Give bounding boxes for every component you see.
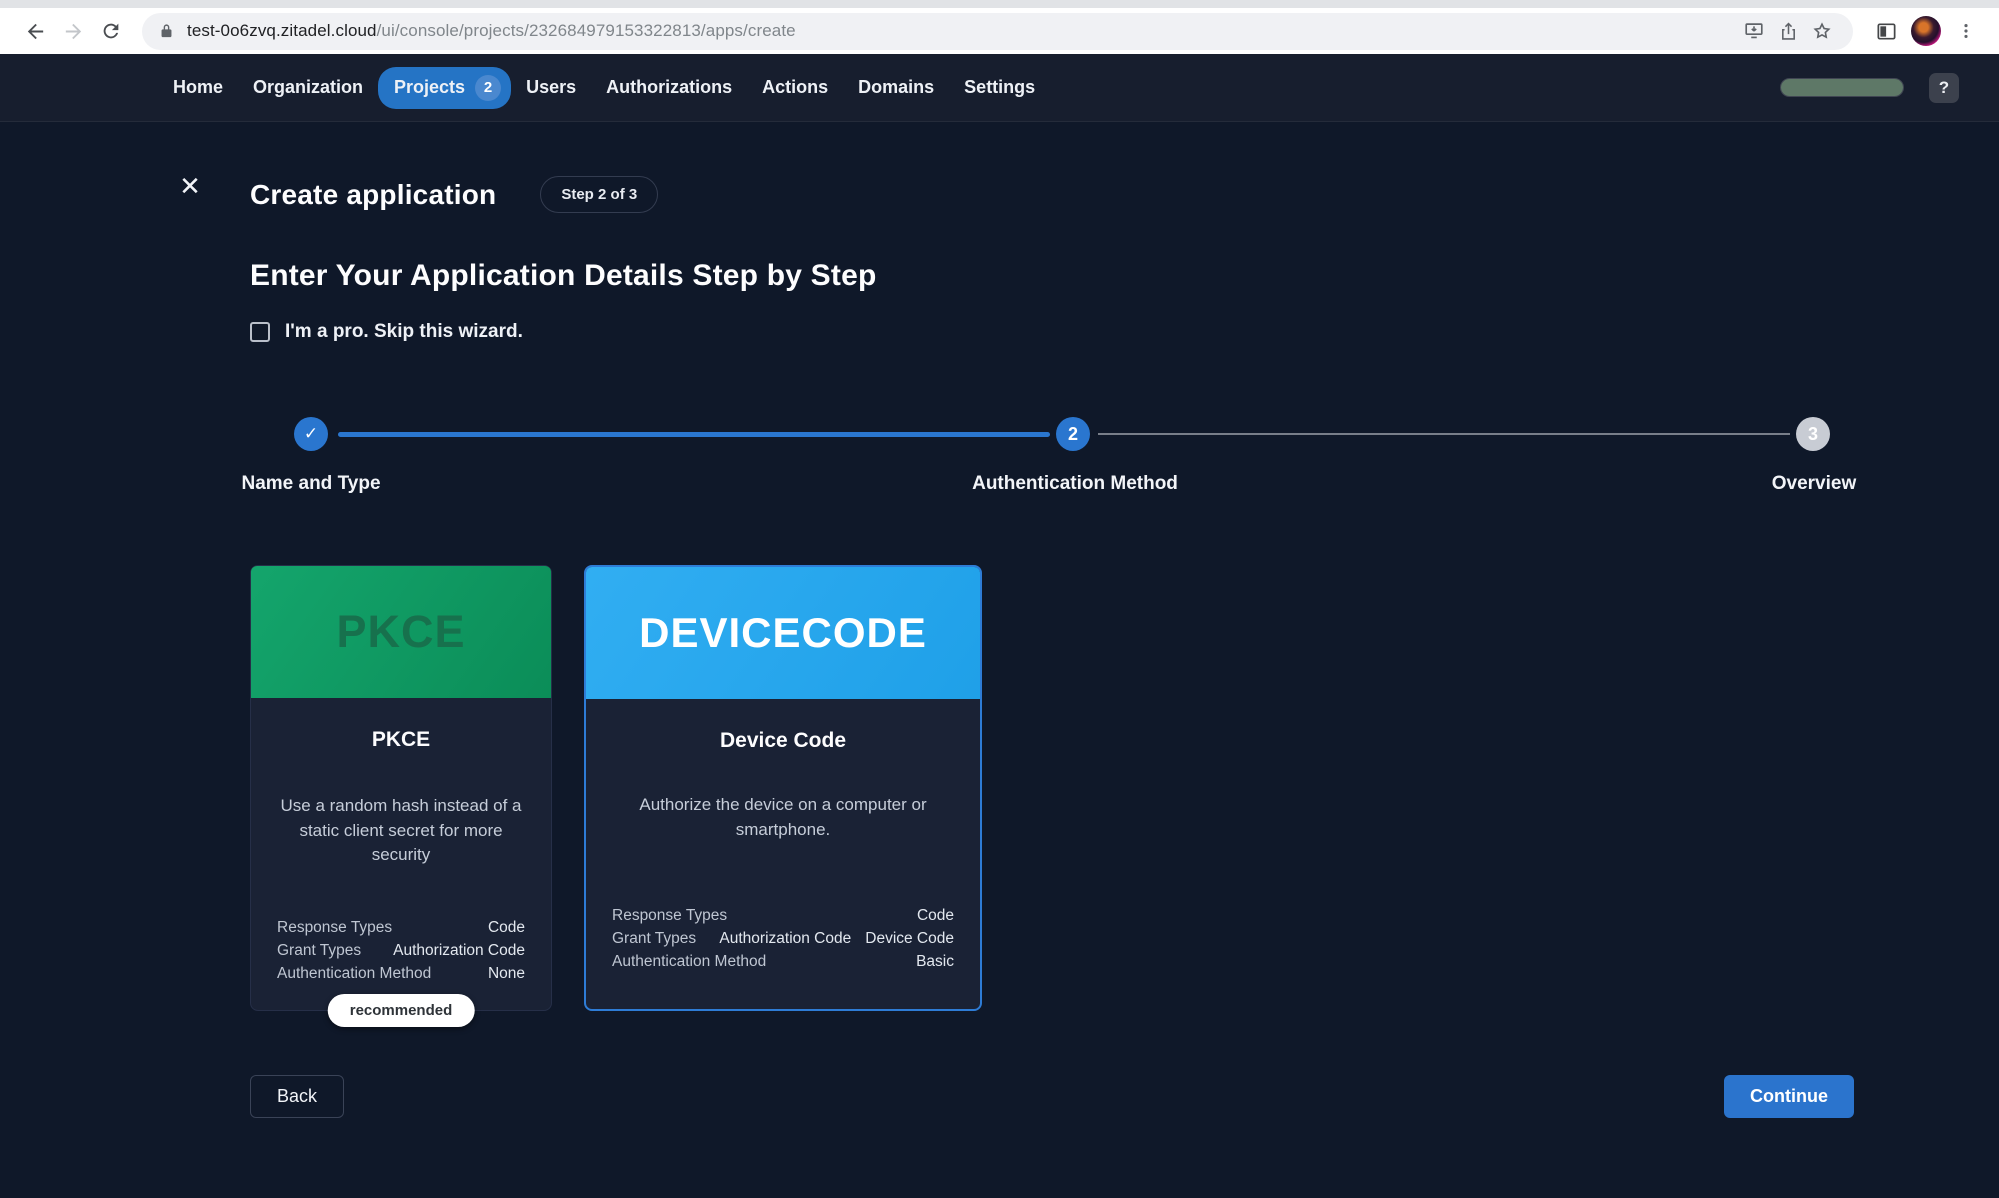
stepper-line-done: [338, 432, 1050, 437]
spec-row: Authentication Method None: [277, 962, 525, 985]
continue-button[interactable]: Continue: [1724, 1075, 1854, 1118]
nav-item-projects[interactable]: Projects 2: [378, 67, 511, 109]
spec-value: None: [488, 962, 525, 985]
spec-row: Grant Types Authorization Code Device Co…: [612, 927, 954, 950]
step-indicator-badge: Step 2 of 3: [540, 176, 658, 213]
back-button[interactable]: Back: [250, 1075, 344, 1118]
device-code-card-title: Device Code: [612, 729, 954, 753]
nav-item-settings[interactable]: Settings: [949, 68, 1050, 107]
side-panel-icon[interactable]: [1867, 12, 1905, 50]
url-domain: test-0o6zvq.zitadel.cloud: [187, 21, 377, 40]
org-context-skeleton: [1781, 79, 1903, 96]
spec-value: Code: [488, 916, 525, 939]
spec-row: Response Types Code: [612, 904, 954, 927]
device-code-card-body: Device Code Authorize the device on a co…: [586, 699, 980, 973]
nav-item-users[interactable]: Users: [511, 68, 591, 107]
help-button[interactable]: ?: [1929, 73, 1959, 103]
pkce-card-specs: Response Types Code Grant Types Authoriz…: [277, 916, 525, 985]
url-text: test-0o6zvq.zitadel.cloud/ui/console/pro…: [187, 21, 796, 41]
spec-value: Device Code: [865, 927, 954, 950]
wizard-stepper: ✓ 2 3 Name and Type Authentication Metho…: [250, 401, 1854, 505]
spec-row: Response Types Code: [277, 916, 525, 939]
reload-icon[interactable]: [92, 12, 130, 50]
step-label-name-and-type: Name and Type: [241, 473, 380, 495]
close-icon[interactable]: ✕: [170, 166, 210, 206]
browser-menu-icon[interactable]: [1947, 12, 1985, 50]
auth-method-cards: PKCE PKCE Use a random hash instead of a…: [250, 565, 1854, 1011]
nav-item-home[interactable]: Home: [158, 68, 238, 107]
stepper-line-upcoming: [1098, 433, 1790, 435]
spec-key: Authentication Method: [612, 950, 766, 973]
create-app-wizard: ✕ Create application Step 2 of 3 Enter Y…: [0, 122, 1999, 1198]
address-bar[interactable]: test-0o6zvq.zitadel.cloud/ui/console/pro…: [142, 13, 1853, 50]
device-code-card-specs: Response Types Code Grant Types Authoriz…: [612, 904, 954, 973]
nav-item-authorizations[interactable]: Authorizations: [591, 68, 747, 107]
bookmark-star-icon[interactable]: [1805, 14, 1839, 48]
spec-value: Basic: [916, 950, 954, 973]
device-code-banner-text: DEVICECODE: [639, 609, 927, 657]
browser-profile-avatar[interactable]: [1911, 16, 1941, 46]
spec-value: Authorization Code: [719, 927, 851, 950]
share-icon[interactable]: [1771, 14, 1805, 48]
nav-item-organization[interactable]: Organization: [238, 68, 378, 107]
browser-toolbar: test-0o6zvq.zitadel.cloud/ui/console/pro…: [0, 8, 1999, 54]
skip-wizard-row[interactable]: I'm a pro. Skip this wizard.: [250, 321, 1854, 343]
device-code-card-description: Authorize the device on a computer or sm…: [612, 793, 954, 842]
page-title: Create application: [250, 179, 496, 211]
spec-key: Authentication Method: [277, 962, 431, 985]
recommended-badge: recommended: [328, 994, 475, 1027]
wizard-heading: Enter Your Application Details Step by S…: [250, 259, 1854, 293]
spec-key: Response Types: [277, 916, 392, 939]
pkce-method-card[interactable]: PKCE PKCE Use a random hash instead of a…: [250, 565, 552, 1011]
spec-value: Code: [917, 904, 954, 927]
device-code-method-card[interactable]: DEVICECODE Device Code Authorize the dev…: [584, 565, 982, 1011]
wizard-title-row: ✕ Create application Step 2 of 3: [250, 122, 1854, 213]
nav-item-actions[interactable]: Actions: [747, 68, 843, 107]
url-path: /ui/console/projects/232684979153322813/…: [377, 21, 796, 40]
install-icon[interactable]: [1737, 14, 1771, 48]
wizard-footer: Back Continue: [250, 1075, 1854, 1118]
forward-icon[interactable]: [54, 12, 92, 50]
nav-item-domains[interactable]: Domains: [843, 68, 949, 107]
step-circle-authentication-method: 2: [1056, 417, 1090, 451]
projects-count-badge: 2: [475, 75, 501, 101]
spec-key: Response Types: [612, 904, 727, 927]
device-code-banner: DEVICECODE: [586, 567, 980, 699]
step-circle-overview: 3: [1796, 417, 1830, 451]
spec-value: Authorization Code: [393, 939, 525, 962]
spec-row: Authentication Method Basic: [612, 950, 954, 973]
lock-icon: [158, 23, 175, 40]
skip-wizard-label: I'm a pro. Skip this wizard.: [285, 321, 523, 343]
spec-row: Grant Types Authorization Code: [277, 939, 525, 962]
pkce-card-body: PKCE Use a random hash instead of a stat…: [251, 698, 551, 985]
console-navbar: Home Organization Projects 2 Users Autho…: [0, 54, 1999, 122]
spec-key: Grant Types: [612, 927, 696, 950]
step-label-authentication-method: Authentication Method: [972, 473, 1178, 495]
back-icon[interactable]: [16, 12, 54, 50]
zitadel-console-window: test-0o6zvq.zitadel.cloud/ui/console/pro…: [0, 0, 1999, 1198]
pkce-card-title: PKCE: [277, 728, 525, 752]
pkce-banner: PKCE: [251, 566, 551, 698]
pkce-card-description: Use a random hash instead of a static cl…: [277, 794, 525, 868]
check-icon: ✓: [304, 424, 318, 444]
window-top-strip: [0, 0, 1999, 8]
step-circle-name-and-type: ✓: [294, 417, 328, 451]
nav-item-projects-label: Projects: [394, 77, 465, 98]
step-label-overview: Overview: [1772, 473, 1857, 495]
pkce-banner-text: PKCE: [336, 606, 465, 658]
skip-wizard-checkbox[interactable]: [250, 322, 270, 342]
spec-key: Grant Types: [277, 939, 361, 962]
